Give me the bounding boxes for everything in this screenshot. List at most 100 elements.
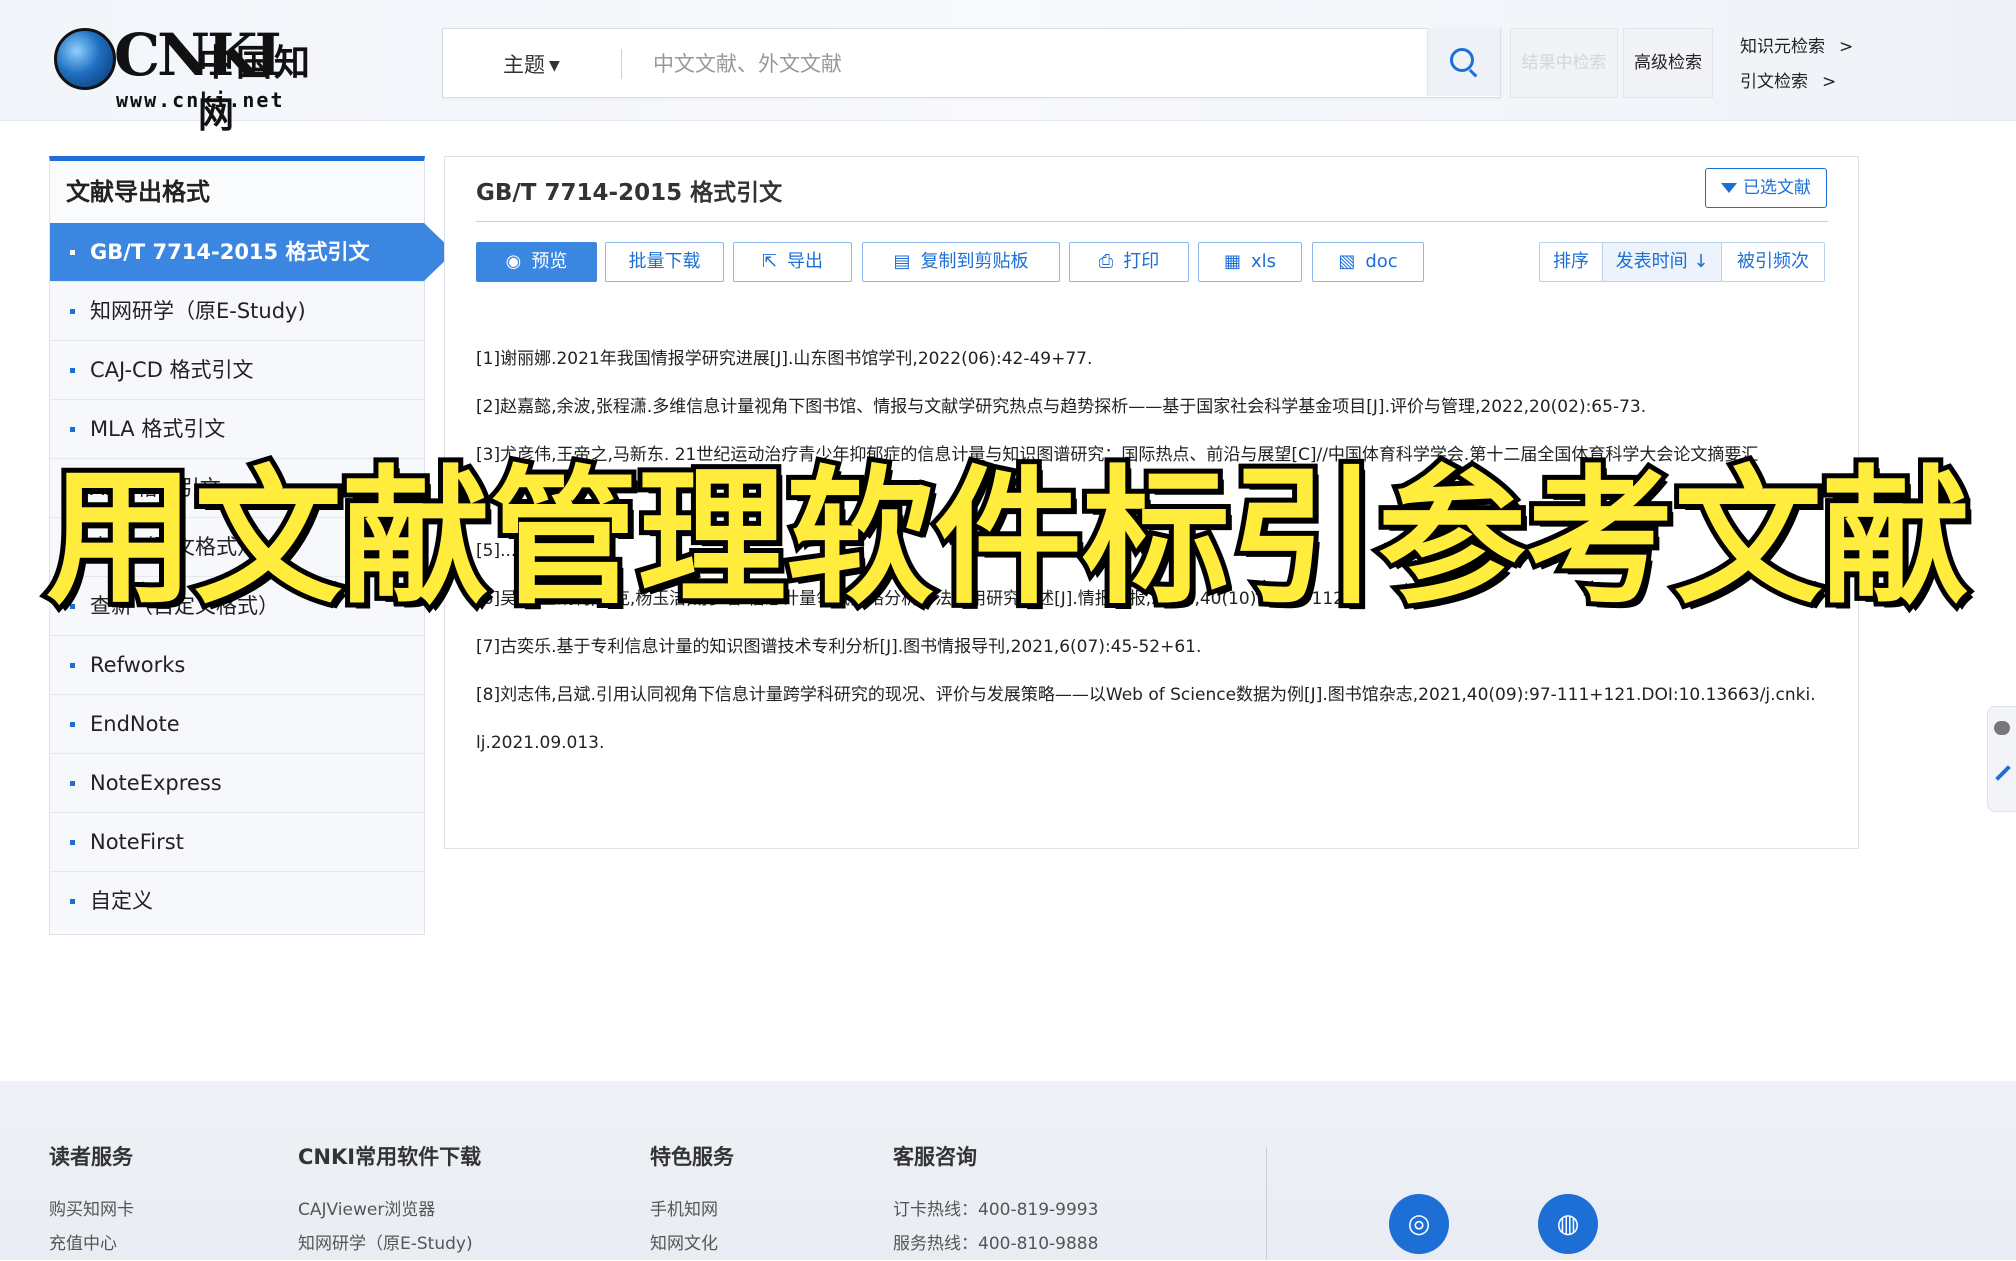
knowledge-search-link[interactable]: 知识元检索 > [1740,30,1853,65]
overlay-caption: 用文献管理软件标引参考文献 [41,447,1975,629]
sort-by-date-button[interactable]: 发表时间 ↓ [1602,242,1722,282]
footer-hotline-service: 服务热线：400-810-9888 [893,1234,1099,1254]
sidebar-item-label: Refworks [90,653,186,677]
footer-link-recharge[interactable]: 充值中心 [49,1227,134,1261]
chevron-right-icon: > [1839,37,1854,57]
globe-icon [54,28,116,90]
bullet-icon [70,781,75,786]
footer-divider [1266,1147,1267,1260]
arrow-down-icon: ↓ [1687,251,1709,272]
search-icon [1450,48,1474,72]
footer: 读者服务 购买知网卡 充值中心 CNKI常用软件下载 CAJViewer浏览器 … [0,1081,2016,1260]
print-button[interactable]: ⎙ 打印 [1069,242,1189,282]
cnki-logo[interactable]: CNKI 中国知网 www.cnki.net [52,21,332,136]
footer-reader-services: 读者服务 购买知网卡 充值中心 [49,1141,134,1261]
sidebar-item-custom[interactable]: 自定义 [50,871,424,930]
search-box: 主题 ▼ [442,28,1501,98]
bullet-icon [70,368,75,373]
top-header: CNKI 中国知网 www.cnki.net 主题▼ 结果中检索 高级检索 知识… [0,0,2016,136]
sidebar-item-label: NoteExpress [90,771,222,795]
footer-link-culture[interactable]: 知网文化 [650,1227,734,1261]
search-input[interactable] [651,43,1415,85]
sidebar-item-label: CAJ-CD 格式引文 [90,358,254,382]
panel-divider [476,221,1828,222]
word-icon: ▧ [1338,251,1356,272]
sidebar-item-label: EndNote [90,712,180,736]
search-divider [621,49,622,79]
copy-clipboard-label: 复制到剪贴板 [920,251,1029,272]
weibo-icon[interactable]: ◎ [1389,1194,1449,1254]
sidebar-item-cajcd[interactable]: CAJ-CD 格式引文 [50,340,424,399]
preview-button[interactable]: ◉ 预览 [476,242,597,282]
sidebar-item-refworks[interactable]: Refworks [50,635,424,694]
xls-label: xls [1250,251,1277,272]
doc-button[interactable]: ▧ doc [1312,242,1424,282]
export-button[interactable]: ⇱ 导出 [733,242,852,282]
reference-item: [2]赵嘉懿,余波,张程潇.多维信息计量视角下图书馆、情报与文献学研究热点与趋势… [476,397,1647,417]
floating-side-tabs[interactable] [1987,706,2016,812]
footer-heading: 特色服务 [650,1145,734,1169]
reference-item: [8]刘志伟,吕斌.引用认同视角下信息计量跨学科研究的现况、评价与发展策略——以… [476,685,1816,705]
search-button[interactable] [1427,28,1500,96]
citation-search-link[interactable]: 引文检索 > [1740,65,1853,100]
footer-link-mobile[interactable]: 手机知网 [650,1193,734,1227]
header-side-links: 知识元检索 > 引文检索 > [1740,30,1853,100]
eye-icon: ◉ [505,251,522,272]
advanced-search-button[interactable]: 高级检索 [1623,28,1713,98]
footer-heading: CNKI常用软件下载 [298,1145,482,1169]
footer-link-buy-card[interactable]: 购买知网卡 [49,1193,134,1227]
footer-link-estudy[interactable]: 知网研学（原E-Study) [298,1227,481,1261]
sidebar-item-notefirst[interactable]: NoteFirst [50,812,424,871]
sidebar-item-label: 知网研学（原E-Study) [90,299,306,323]
search-scope-dropdown[interactable]: 主题 ▼ [503,49,560,79]
selected-docs-button[interactable]: 已选文献 [1705,168,1827,208]
sidebar-item-noteexpress[interactable]: NoteExpress [50,753,424,812]
chevron-right-icon: > [1822,72,1837,92]
print-label: 打印 [1123,251,1160,272]
sidebar-item-label: NoteFirst [90,830,184,854]
preview-label: 预览 [531,251,568,272]
logo-chinese: 中国知网 [198,42,313,136]
sort-by-citations-button[interactable]: 被引频次 [1721,242,1825,282]
panel-title: GB/T 7714-2015 格式引文 [476,180,783,206]
filter-icon [1721,183,1737,193]
export-icon: ⇱ [761,251,778,272]
footer-heading: 客服咨询 [893,1145,977,1169]
printer-icon: ⎙ [1098,251,1114,272]
sidebar-item-estudy[interactable]: 知网研学（原E-Study) [50,281,424,340]
sidebar-title: 文献导出格式 [66,178,210,206]
bullet-icon [70,899,75,904]
wechat-icon[interactable]: ◍ [1538,1194,1598,1254]
sidebar-item-label: 自定义 [90,889,153,913]
clipboard-icon: ▤ [893,251,911,272]
sidebar-item-gbt7714[interactable]: GB/T 7714-2015 格式引文 [50,223,454,281]
footer-hotline-card: 订卡热线：400-819-9993 [893,1200,1099,1220]
footer-link-cajviewer[interactable]: CAJViewer浏览器 [298,1193,481,1227]
sort-label: 排序 [1539,242,1603,282]
bullet-icon [70,309,75,314]
footer-software-download: CNKI常用软件下载 CAJViewer浏览器 知网研学（原E-Study) [298,1141,481,1261]
bullet-icon [70,840,75,845]
sort-by-date-label: 发表时间 [1615,251,1688,272]
edit-icon [1995,765,2011,781]
export-label: 导出 [787,251,824,272]
logo-url: www.cnki.net [116,88,285,112]
sidebar-item-endnote[interactable]: EndNote [50,694,424,753]
footer-heading: 读者服务 [49,1145,133,1169]
copy-clipboard-button[interactable]: ▤ 复制到剪贴板 [862,242,1060,282]
knowledge-search-label: 知识元检索 [1740,37,1825,57]
bullet-icon [70,250,75,255]
bullet-icon [70,722,75,727]
xls-button[interactable]: ▦ xls [1198,242,1302,282]
excel-icon: ▦ [1223,251,1241,272]
chat-icon [1994,721,2010,735]
footer-customer-service: 客服咨询 订卡热线：400-819-9993 服务热线：400-810-9888 [893,1141,1098,1261]
batch-download-button[interactable]: 批量下载 [605,242,724,282]
caret-down-icon: ▼ [549,58,560,74]
bullet-icon [70,427,75,432]
reference-item: [1]谢丽娜.2021年我国情报学研究进展[J].山东图书馆学刊,2022(06… [476,349,1093,369]
search-in-results-button[interactable]: 结果中检索 [1510,28,1618,98]
search-scope-label: 主题 [503,53,545,77]
sidebar-item-label: GB/T 7714-2015 格式引文 [90,240,370,264]
citation-search-label: 引文检索 [1740,72,1808,92]
